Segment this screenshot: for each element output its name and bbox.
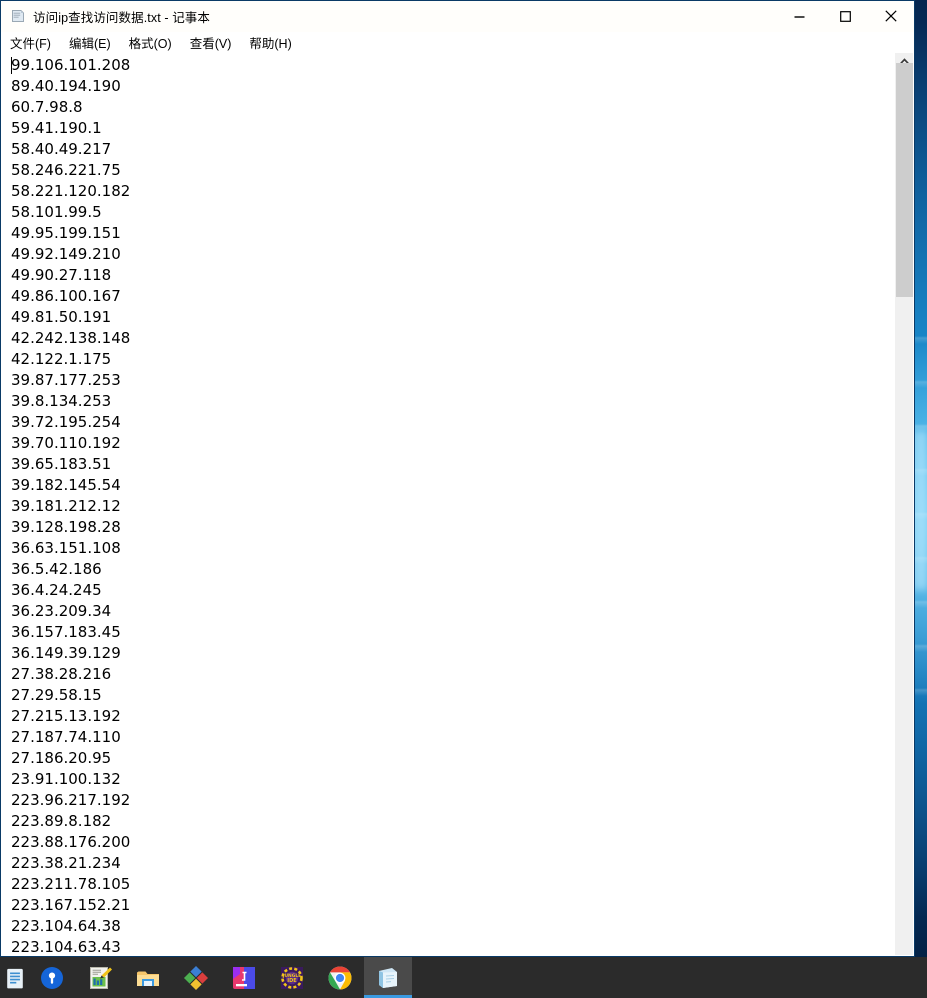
text-line: 58.221.120.182 (11, 182, 131, 200)
start-button[interactable] (2, 957, 28, 998)
text-line: 36.149.39.129 (11, 644, 121, 662)
minimize-button[interactable] (776, 1, 822, 31)
text-line: 223.104.63.43 (11, 938, 121, 955)
text-line: 36.23.209.34 (11, 602, 112, 620)
desktop-background: 访问ip查找访问数据.txt - 记事本 文件(F) 编辑(E) 格式(O) 查… (0, 0, 927, 998)
menu-item-help[interactable]: 帮助(H) (249, 32, 300, 54)
text-lines: 99.106.101.208 89.40.194.190 60.7.98.8 59.4… (11, 55, 895, 955)
text-line: 42.122.1.175 (11, 350, 112, 368)
text-line: 223.104.64.38 (11, 917, 121, 935)
scrollbar-thumb[interactable] (896, 63, 913, 297)
text-line: 36.63.151.108 (11, 539, 121, 557)
text-line: 60.7.98.8 (11, 98, 83, 116)
menu-item-view[interactable]: 查看(V) (190, 32, 241, 54)
menu-item-format[interactable]: 格式(O) (129, 32, 181, 54)
text-line: 49.86.100.167 (11, 287, 121, 305)
text-line: 39.65.183.51 (11, 455, 112, 473)
jungle-ide-icon: JUNGLE IDE (281, 966, 303, 989)
taskbar-item-image-editor[interactable] (76, 957, 124, 998)
maximize-button[interactable] (822, 1, 868, 31)
close-button[interactable] (868, 1, 914, 31)
vertical-scrollbar[interactable] (895, 53, 913, 955)
intellij-icon (233, 966, 255, 989)
text-editor[interactable]: 99.106.101.208 89.40.194.190 60.7.98.8 59.4… (2, 53, 895, 955)
text-caret (11, 57, 12, 74)
text-line: 49.92.149.210 (11, 245, 121, 263)
text-line: 27.215.13.192 (11, 707, 121, 725)
text-line: 58.40.49.217 (11, 140, 112, 158)
taskbar: JUNGLE IDE (0, 957, 927, 998)
search-circle-icon (41, 966, 63, 989)
taskbar-item-google-chrome[interactable] (316, 957, 364, 998)
menu-bar: 文件(F) 编辑(E) 格式(O) 查看(V) 帮助(H) (1, 32, 914, 53)
text-line: 27.38.28.216 (11, 665, 112, 683)
text-line: 223.96.217.192 (11, 791, 131, 809)
notepad-icon (379, 967, 397, 988)
taskbar-item-diamond-app[interactable] (172, 957, 220, 998)
text-line: 39.182.145.54 (11, 476, 121, 494)
taskbar-item-file-explorer[interactable] (124, 957, 172, 998)
text-line: 223.38.21.234 (11, 854, 121, 872)
title-bar[interactable]: 访问ip查找访问数据.txt - 记事本 (1, 1, 914, 32)
text-line: 58.101.99.5 (11, 203, 102, 221)
menu-item-file[interactable]: 文件(F) (10, 32, 60, 54)
editor-area: 99.106.101.208 89.40.194.190 60.7.98.8 59.4… (2, 53, 913, 955)
text-line: 36.157.183.45 (11, 623, 121, 641)
notepad-icon (10, 8, 26, 24)
title-bar-left: 访问ip查找访问数据.txt - 记事本 (1, 7, 776, 26)
taskbar-item-intellij-idea[interactable] (220, 957, 268, 998)
chrome-icon (328, 966, 352, 989)
text-line: 49.81.50.191 (11, 308, 112, 326)
taskbar-item-cortana-search[interactable] (28, 957, 76, 998)
diamond-icon (183, 965, 209, 990)
menu-item-edit[interactable]: 编辑(E) (69, 32, 120, 54)
text-line: 27.186.20.95 (11, 749, 112, 767)
svg-text:IDE: IDE (287, 978, 297, 984)
text-line: 42.242.138.148 (11, 329, 131, 347)
taskbar-item-jungle-ide[interactable]: JUNGLE IDE (268, 957, 316, 998)
text-line: 49.95.199.151 (11, 224, 121, 242)
text-line: 58.246.221.75 (11, 161, 121, 179)
text-line: 27.29.58.15 (11, 686, 102, 704)
text-line: 39.8.134.253 (11, 392, 112, 410)
taskbar-item-notepad[interactable] (364, 957, 412, 998)
windows-start-icon (7, 968, 23, 988)
text-line: 89.40.194.190 (11, 77, 121, 95)
text-line: 39.87.177.253 (11, 371, 121, 389)
window-title: 访问ip查找访问数据.txt - 记事本 (33, 10, 211, 25)
folder-icon (137, 971, 159, 986)
text-line: 23.91.100.132 (11, 770, 121, 788)
text-line: 59.41.190.1 (11, 119, 102, 137)
text-line: 36.5.42.186 (11, 560, 102, 578)
text-line: 49.90.27.118 (11, 266, 112, 284)
text-line: 99.106.101.208 (11, 56, 131, 74)
text-line: 223.88.176.200 (11, 833, 131, 851)
text-line: 223.167.152.21 (11, 896, 131, 914)
text-line: 27.187.74.110 (11, 728, 121, 746)
text-line: 39.128.198.28 (11, 518, 121, 536)
text-line: 39.181.212.12 (11, 497, 121, 515)
text-line: 223.211.78.105 (11, 875, 131, 893)
picture-editor-icon (90, 966, 112, 989)
text-line: 39.70.110.192 (11, 434, 121, 452)
notepad-window: 访问ip查找访问数据.txt - 记事本 文件(F) 编辑(E) 格式(O) 查… (0, 0, 915, 957)
text-line: 223.89.8.182 (11, 812, 112, 830)
text-line: 36.4.24.245 (11, 581, 102, 599)
text-line: 39.72.195.254 (11, 413, 121, 431)
